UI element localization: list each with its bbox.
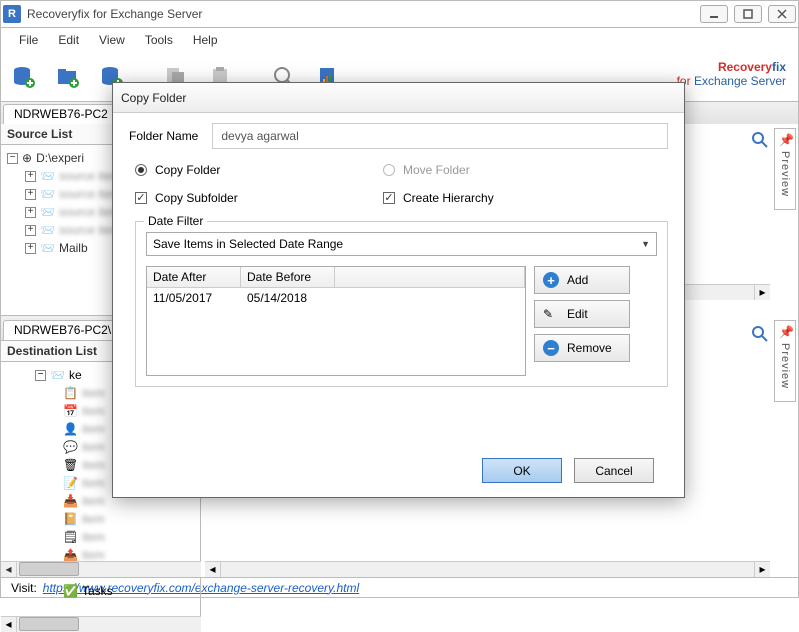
folder-name-label: Folder Name <box>129 129 198 143</box>
create-hierarchy-label: Create Hierarchy <box>403 191 494 205</box>
create-hierarchy-checkbox[interactable] <box>383 192 395 204</box>
tab-source[interactable]: NDRWEB76-PC2 <box>3 104 119 124</box>
move-folder-radio[interactable] <box>383 164 395 176</box>
tree-item[interactable]: item <box>82 530 105 544</box>
tree-item[interactable]: item <box>82 548 105 562</box>
expand-icon[interactable]: + <box>25 171 36 182</box>
preview-tab[interactable]: 📌 Preview <box>774 128 796 210</box>
cell-before: 05/14/2018 <box>241 288 335 308</box>
date-filter-combo[interactable]: Save Items in Selected Date Range ▼ <box>146 232 657 256</box>
copy-folder-label: Copy Folder <box>155 163 220 177</box>
menu-file[interactable]: File <box>9 30 48 50</box>
pencil-icon: ✎ <box>543 307 559 321</box>
move-folder-label: Move Folder <box>403 163 470 177</box>
source-root[interactable]: D:\experi <box>36 151 84 165</box>
col-date-before[interactable]: Date Before <box>241 267 335 287</box>
folder-add-icon[interactable] <box>51 60 85 94</box>
scrollbar[interactable]: ◂ <box>1 616 201 632</box>
tree-item[interactable]: item <box>82 494 105 508</box>
expand-icon[interactable]: − <box>7 153 18 164</box>
ok-button[interactable]: OK <box>482 458 562 483</box>
tree-item[interactable]: item <box>82 512 105 526</box>
add-label: Add <box>567 273 588 287</box>
menu-help[interactable]: Help <box>183 30 228 50</box>
copy-folder-radio[interactable] <box>135 164 147 176</box>
cancel-button[interactable]: Cancel <box>574 458 654 483</box>
menu-edit[interactable]: Edit <box>48 30 89 50</box>
window-title: Recoveryfix for Exchange Server <box>27 7 694 21</box>
dest-root[interactable]: ke <box>69 368 82 382</box>
pin-icon: 📌 <box>779 325 791 337</box>
add-button[interactable]: + Add <box>534 266 630 294</box>
remove-label: Remove <box>567 341 612 355</box>
search-icon[interactable] <box>750 130 770 150</box>
date-filter-group: Date Filter Save Items in Selected Date … <box>135 221 668 387</box>
copy-subfolder-checkbox[interactable] <box>135 192 147 204</box>
expand-icon[interactable]: − <box>35 370 46 381</box>
maximize-button[interactable] <box>734 5 762 23</box>
tree-item-tasks[interactable]: Tasks <box>82 584 113 598</box>
col-empty <box>335 267 525 287</box>
database-add-icon[interactable] <box>7 60 41 94</box>
copy-subfolder-label: Copy Subfolder <box>155 191 238 205</box>
app-icon: R <box>3 5 21 23</box>
brand-prefix: Recovery <box>718 60 772 74</box>
folder-name-input[interactable] <box>212 123 668 149</box>
brand-subline: Exchange Server <box>694 74 786 88</box>
edit-button[interactable]: ✎ Edit <box>534 300 630 328</box>
menu-tools[interactable]: Tools <box>135 30 183 50</box>
minimize-button[interactable] <box>700 5 728 23</box>
brand-suffix: fix <box>772 60 786 74</box>
expand-icon[interactable]: + <box>25 243 36 254</box>
minus-icon: − <box>543 340 559 356</box>
cell-after: 11/05/2017 <box>147 288 241 308</box>
edit-label: Edit <box>567 307 588 321</box>
dialog-title: Copy Folder <box>113 83 684 113</box>
tree-item[interactable]: item <box>82 404 105 418</box>
tree-item[interactable]: item <box>82 476 105 490</box>
remove-button[interactable]: − Remove <box>534 334 630 362</box>
menu-view[interactable]: View <box>89 30 135 50</box>
copy-folder-dialog: Copy Folder Folder Name Copy Folder Move… <box>112 82 685 498</box>
plus-icon: + <box>543 272 559 288</box>
preview-label: Preview <box>779 343 791 389</box>
scrollbar[interactable]: ◂▸ <box>205 561 770 577</box>
expand-icon[interactable]: + <box>25 225 36 236</box>
brand-logo: Recoveryfix for Exchange Server <box>677 58 786 89</box>
expand-icon[interactable]: + <box>25 189 36 200</box>
date-range-grid[interactable]: Date After Date Before 11/05/2017 05/14/… <box>146 266 526 376</box>
titlebar: R Recoveryfix for Exchange Server <box>0 0 799 28</box>
col-date-after[interactable]: Date After <box>147 267 241 287</box>
combo-value: Save Items in Selected Date Range <box>153 237 343 251</box>
chevron-down-icon: ▼ <box>641 239 650 249</box>
tree-item[interactable]: item <box>82 422 105 436</box>
menubar: File Edit View Tools Help <box>0 28 799 52</box>
tree-item-mailbox[interactable]: Mailb <box>59 241 88 255</box>
tree-item[interactable]: item <box>82 440 105 454</box>
search-icon[interactable] <box>750 324 770 344</box>
expand-icon[interactable]: + <box>25 207 36 218</box>
table-row[interactable]: 11/05/2017 05/14/2018 <box>147 288 525 308</box>
preview-label: Preview <box>779 151 791 197</box>
preview-tab[interactable]: 📌 Preview <box>774 320 796 402</box>
pin-icon: 📌 <box>779 133 791 145</box>
date-filter-legend: Date Filter <box>144 214 207 228</box>
close-button[interactable] <box>768 5 796 23</box>
tree-item[interactable]: item <box>82 386 105 400</box>
tree-item[interactable]: item <box>82 458 105 472</box>
